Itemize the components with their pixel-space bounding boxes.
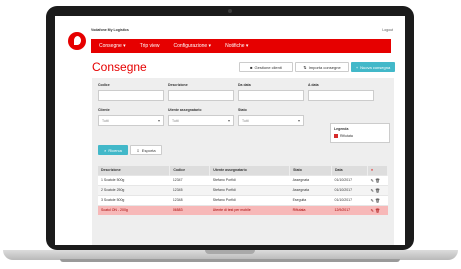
stato-select[interactable]: Tutti bbox=[238, 115, 304, 126]
table-row: 1 Scatole 500g 12347 Stefano Porfidi Ass… bbox=[98, 174, 388, 185]
new-delivery-button[interactable]: + Nuova consegna bbox=[351, 62, 395, 72]
col-descrizione[interactable]: Descrizione bbox=[98, 166, 171, 175]
user-icon: ■ bbox=[250, 64, 253, 70]
edit-icon[interactable]: ✎ bbox=[370, 208, 373, 213]
clients-label: Gestione clienti bbox=[254, 64, 282, 70]
new-delivery-label: Nuova consegna bbox=[360, 64, 391, 70]
nav-trip-view[interactable]: Trip view bbox=[140, 43, 160, 49]
export-button[interactable]: ⇩ Esporta bbox=[130, 145, 162, 155]
cell-data: 01/10/2017 bbox=[331, 194, 368, 205]
cell-descrizione: 2 Scatole 250g bbox=[98, 184, 170, 195]
cell-codice: 12345 bbox=[169, 184, 210, 195]
import-button[interactable]: ⇅ Importa consegne bbox=[295, 62, 349, 72]
edit-icon[interactable]: ✎ bbox=[370, 198, 373, 203]
edit-icon[interactable]: ✎ bbox=[370, 188, 373, 193]
row-actions: ✎ 🗑 bbox=[367, 174, 388, 185]
col-data[interactable]: Data bbox=[331, 166, 368, 175]
laptop-notch bbox=[205, 250, 255, 254]
laptop-lid: Vodafone My Logistics Logout Consegne ▾ … bbox=[46, 6, 414, 250]
nav-notifiche[interactable]: Notifiche ▾ bbox=[225, 43, 248, 49]
utente-label: Utente assegnatario bbox=[168, 108, 202, 112]
row-actions: ✎ 🗑 bbox=[367, 204, 388, 215]
cell-stato: Assegnata bbox=[289, 184, 332, 195]
cliente-select[interactable]: Tutti bbox=[98, 115, 164, 126]
vodafone-logo-icon bbox=[68, 32, 86, 50]
cell-stato: Eseguita bbox=[289, 194, 332, 205]
deliveries-table: Descrizione Codice Utente assegnatario S… bbox=[98, 166, 389, 215]
col-stato[interactable]: Stato bbox=[289, 166, 333, 175]
row-actions: ✎ 🗑 bbox=[367, 184, 388, 195]
legend: Legenda Rifiutata bbox=[330, 123, 390, 143]
cell-descrizione: Scatol ON - 200g bbox=[98, 204, 170, 215]
cliente-label: Cliente bbox=[98, 108, 110, 112]
app-name: Vodafone My Logistics bbox=[91, 28, 129, 32]
close-icon[interactable]: × bbox=[371, 168, 373, 172]
cell-utente: Stefano Porfidi bbox=[209, 194, 290, 205]
codice-label: Codice bbox=[98, 83, 110, 87]
codice-input[interactable] bbox=[98, 90, 164, 101]
app-screen: Vodafone My Logistics Logout Consegne ▾ … bbox=[55, 16, 405, 245]
trash-icon[interactable]: 🗑 bbox=[375, 208, 380, 213]
nav-consegne[interactable]: Consegne ▾ bbox=[99, 43, 126, 49]
cell-utente: Utente di test per mobile bbox=[209, 204, 290, 215]
da-data-label: Da data bbox=[238, 83, 251, 87]
laptop-foot bbox=[60, 259, 400, 262]
webcam bbox=[228, 9, 232, 13]
cell-data: 01/10/2017 bbox=[331, 184, 368, 195]
trash-icon[interactable]: 🗑 bbox=[375, 198, 380, 203]
logout-link[interactable]: Logout bbox=[382, 28, 393, 32]
descrizione-input[interactable] bbox=[168, 90, 234, 101]
search-label: Ricerca bbox=[108, 147, 122, 153]
legend-item-label: Rifiutata bbox=[340, 134, 353, 138]
cell-codice: 06583 bbox=[169, 204, 210, 215]
laptop-frame: Vodafone My Logistics Logout Consegne ▾ … bbox=[0, 0, 461, 269]
edit-icon[interactable]: ✎ bbox=[370, 178, 373, 183]
table-row: 3 Scatole 500g 12348 Stefano Porfidi Ese… bbox=[98, 194, 388, 205]
stato-label: Stato bbox=[238, 108, 247, 112]
plus-icon: + bbox=[355, 64, 359, 70]
trash-icon[interactable]: 🗑 bbox=[375, 178, 380, 183]
trash-icon[interactable]: 🗑 bbox=[375, 188, 380, 193]
cell-stato: Assegnata bbox=[289, 174, 332, 185]
page-title: Consegne bbox=[92, 60, 147, 74]
table-row: 2 Scatole 250g 12345 Stefano Porfidi Ass… bbox=[98, 184, 388, 195]
search-button[interactable]: ⌕ Ricerca bbox=[98, 145, 128, 155]
nav-configurazione[interactable]: Configurazione ▾ bbox=[174, 43, 212, 49]
a-data-input[interactable] bbox=[308, 90, 374, 101]
legend-swatch bbox=[334, 134, 338, 138]
legend-item: Rifiutata bbox=[334, 134, 386, 138]
search-panel: Codice Descrizione Da data A data Client… bbox=[92, 78, 394, 245]
table-header: Descrizione Codice Utente assegnatario S… bbox=[98, 166, 389, 175]
col-utente[interactable]: Utente assegnatario bbox=[209, 166, 291, 175]
cell-utente: Stefano Porfidi bbox=[209, 184, 290, 195]
main-nav: Consegne ▾ Trip view Configurazione ▾ No… bbox=[91, 39, 391, 53]
cell-codice: 12347 bbox=[169, 174, 210, 185]
da-data-input[interactable] bbox=[238, 90, 304, 101]
search-icon: ⌕ bbox=[104, 147, 107, 153]
cell-data: 12/9/2017 bbox=[331, 204, 368, 215]
legend-title: Legenda bbox=[334, 127, 349, 131]
col-actions: × bbox=[367, 166, 389, 175]
cell-utente: Stefano Porfidi bbox=[209, 174, 290, 185]
utente-select[interactable]: Tutti bbox=[168, 115, 234, 126]
table-row-rejected: Scatol ON - 200g 06583 Utente di test pe… bbox=[98, 204, 388, 215]
a-data-label: A data bbox=[308, 83, 319, 87]
cell-codice: 12348 bbox=[169, 194, 210, 205]
descrizione-label: Descrizione bbox=[168, 83, 188, 87]
export-label: Esporta bbox=[141, 147, 156, 153]
import-label: Importa consegne bbox=[308, 64, 341, 70]
col-codice[interactable]: Codice bbox=[169, 166, 211, 175]
cell-data: 01/10/2017 bbox=[331, 174, 368, 185]
cell-descrizione: 1 Scatole 500g bbox=[98, 174, 170, 185]
row-actions: ✎ 🗑 bbox=[367, 194, 388, 205]
export-icon: ⇩ bbox=[136, 147, 140, 153]
cell-stato: Rifiutata bbox=[289, 204, 332, 215]
cell-descrizione: 3 Scatole 500g bbox=[98, 194, 170, 205]
import-icon: ⇅ bbox=[303, 64, 307, 70]
clients-button[interactable]: ■ Gestione clienti bbox=[239, 62, 293, 72]
